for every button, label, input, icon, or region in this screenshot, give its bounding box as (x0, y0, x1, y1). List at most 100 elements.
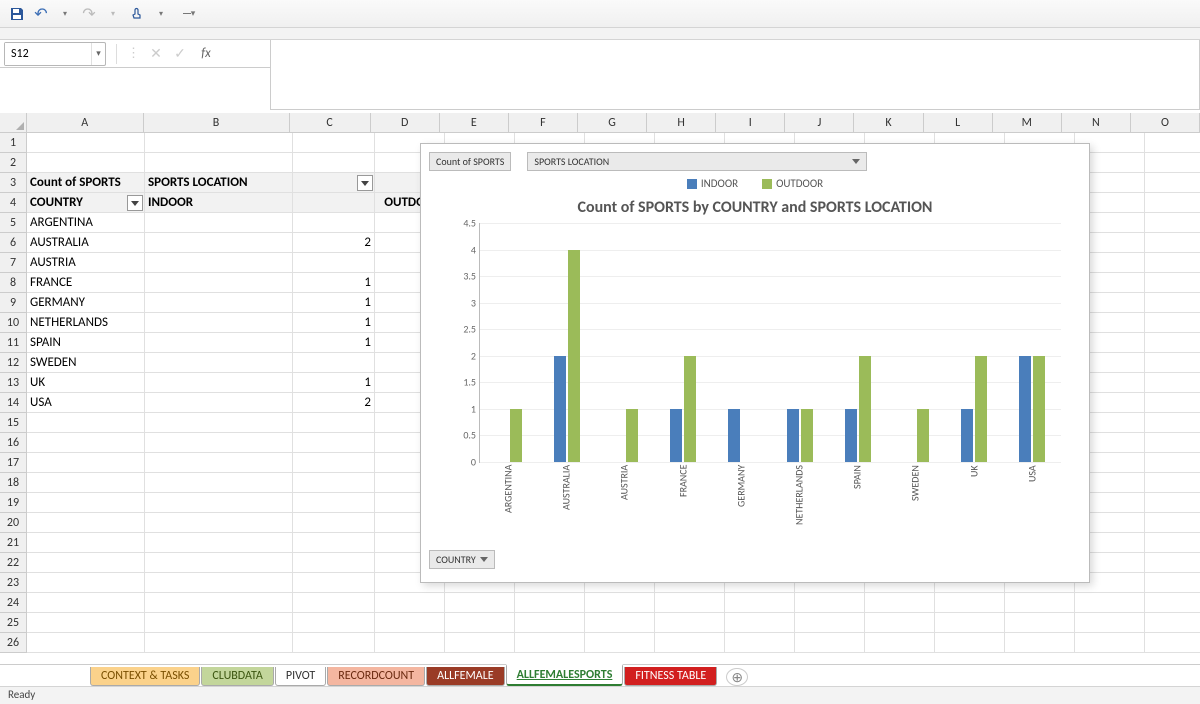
pivot-dropdown-button[interactable] (357, 175, 373, 191)
qat-customize-icon[interactable]: ▾ (180, 5, 198, 23)
sheet-tab[interactable]: RECORDCOUNT (327, 667, 425, 686)
cell[interactable] (145, 593, 293, 613)
cell[interactable] (27, 613, 145, 633)
cell[interactable]: INDOOR (145, 193, 293, 213)
cell[interactable] (375, 613, 445, 633)
cell[interactable] (515, 593, 585, 613)
row-header[interactable]: 19 (0, 493, 26, 513)
cell[interactable] (1145, 553, 1200, 573)
cell[interactable] (795, 613, 865, 633)
row-header[interactable]: 21 (0, 533, 26, 553)
cell[interactable] (1145, 573, 1200, 593)
cell[interactable] (1145, 453, 1200, 473)
undo-icon[interactable]: ↶ (32, 5, 50, 23)
cell[interactable]: 1 (293, 313, 375, 333)
row-header[interactable]: 24 (0, 593, 26, 613)
row-header[interactable]: 13 (0, 373, 26, 393)
chart-filter-legend-button[interactable]: SPORTS LOCATION (527, 152, 867, 171)
row-header[interactable]: 8 (0, 273, 26, 293)
cell[interactable]: 2 (293, 233, 375, 253)
cell[interactable] (1145, 473, 1200, 493)
cell[interactable] (935, 633, 1005, 653)
cell[interactable] (293, 573, 375, 593)
cell[interactable] (293, 453, 375, 473)
cell[interactable] (145, 393, 293, 413)
cell[interactable] (935, 613, 1005, 633)
row-header[interactable]: 11 (0, 333, 26, 353)
worksheet-grid[interactable]: ABCDEFGHIJKLMNO 123456789101112131415161… (0, 113, 1200, 676)
cell[interactable] (1145, 533, 1200, 553)
cell[interactable] (1145, 513, 1200, 533)
row-header[interactable]: 4 (0, 193, 26, 213)
cell[interactable] (655, 633, 725, 653)
cell[interactable] (27, 413, 145, 433)
cell[interactable] (795, 633, 865, 653)
column-header[interactable]: B (144, 113, 290, 133)
column-header[interactable]: N (1062, 113, 1131, 133)
row-header[interactable]: 10 (0, 313, 26, 333)
cell[interactable] (1145, 373, 1200, 393)
cell[interactable] (293, 593, 375, 613)
cell[interactable]: SPAIN (27, 333, 145, 353)
row-header[interactable]: 5 (0, 213, 26, 233)
row-header[interactable]: 16 (0, 433, 26, 453)
cell[interactable]: NETHERLANDS (27, 313, 145, 333)
sheet-tab[interactable]: FITNESS TABLE (624, 667, 717, 686)
cell[interactable] (145, 313, 293, 333)
cell[interactable] (145, 613, 293, 633)
column-header[interactable]: I (716, 113, 785, 133)
cell[interactable] (27, 513, 145, 533)
cell[interactable] (145, 353, 293, 373)
column-header[interactable]: F (509, 113, 578, 133)
touch-dropdown-icon[interactable]: ▾ (152, 5, 170, 23)
cell[interactable] (585, 593, 655, 613)
chart-filter-values-button[interactable]: Count of SPORTS (429, 152, 511, 171)
cell[interactable] (145, 213, 293, 233)
cell[interactable] (27, 473, 145, 493)
cell[interactable] (293, 493, 375, 513)
cell[interactable] (145, 493, 293, 513)
cell[interactable] (1075, 593, 1145, 613)
cell[interactable] (655, 613, 725, 633)
row-header[interactable]: 17 (0, 453, 26, 473)
cell[interactable] (27, 533, 145, 553)
sheet-tab[interactable]: PIVOT (275, 667, 326, 686)
cell[interactable] (145, 433, 293, 453)
cell[interactable] (935, 593, 1005, 613)
cell[interactable] (27, 573, 145, 593)
select-all-corner[interactable] (0, 113, 27, 133)
column-header[interactable]: H (647, 113, 716, 133)
cell[interactable]: 1 (293, 333, 375, 353)
cell[interactable] (1145, 213, 1200, 233)
cell[interactable] (27, 493, 145, 513)
cell[interactable] (293, 213, 375, 233)
sheet-tab[interactable]: ALLFEMALE (426, 667, 505, 686)
cell[interactable] (293, 153, 375, 173)
row-header[interactable]: 25 (0, 613, 26, 633)
cell[interactable] (515, 633, 585, 653)
row-header[interactable]: 3 (0, 173, 26, 193)
cell[interactable] (293, 433, 375, 453)
cell[interactable] (1145, 233, 1200, 253)
cell[interactable] (293, 513, 375, 533)
cell[interactable] (1145, 413, 1200, 433)
cell[interactable] (1145, 493, 1200, 513)
cell[interactable] (293, 253, 375, 273)
cell[interactable] (145, 473, 293, 493)
cell[interactable] (585, 633, 655, 653)
cell[interactable] (293, 473, 375, 493)
row-header[interactable]: 18 (0, 473, 26, 493)
cell[interactable] (375, 633, 445, 653)
cell[interactable] (1075, 613, 1145, 633)
cell[interactable]: FRANCE (27, 273, 145, 293)
cell[interactable] (1145, 593, 1200, 613)
cell[interactable] (865, 593, 935, 613)
cell[interactable] (445, 613, 515, 633)
row-header[interactable]: 9 (0, 293, 26, 313)
cell[interactable] (145, 633, 293, 653)
cell[interactable]: GERMANY (27, 293, 145, 313)
sheet-tab[interactable]: CONTEXT & TASKS (90, 667, 200, 686)
name-box-dropdown-icon[interactable]: ▾ (91, 43, 105, 65)
cell[interactable] (1075, 633, 1145, 653)
row-header[interactable]: 20 (0, 513, 26, 533)
